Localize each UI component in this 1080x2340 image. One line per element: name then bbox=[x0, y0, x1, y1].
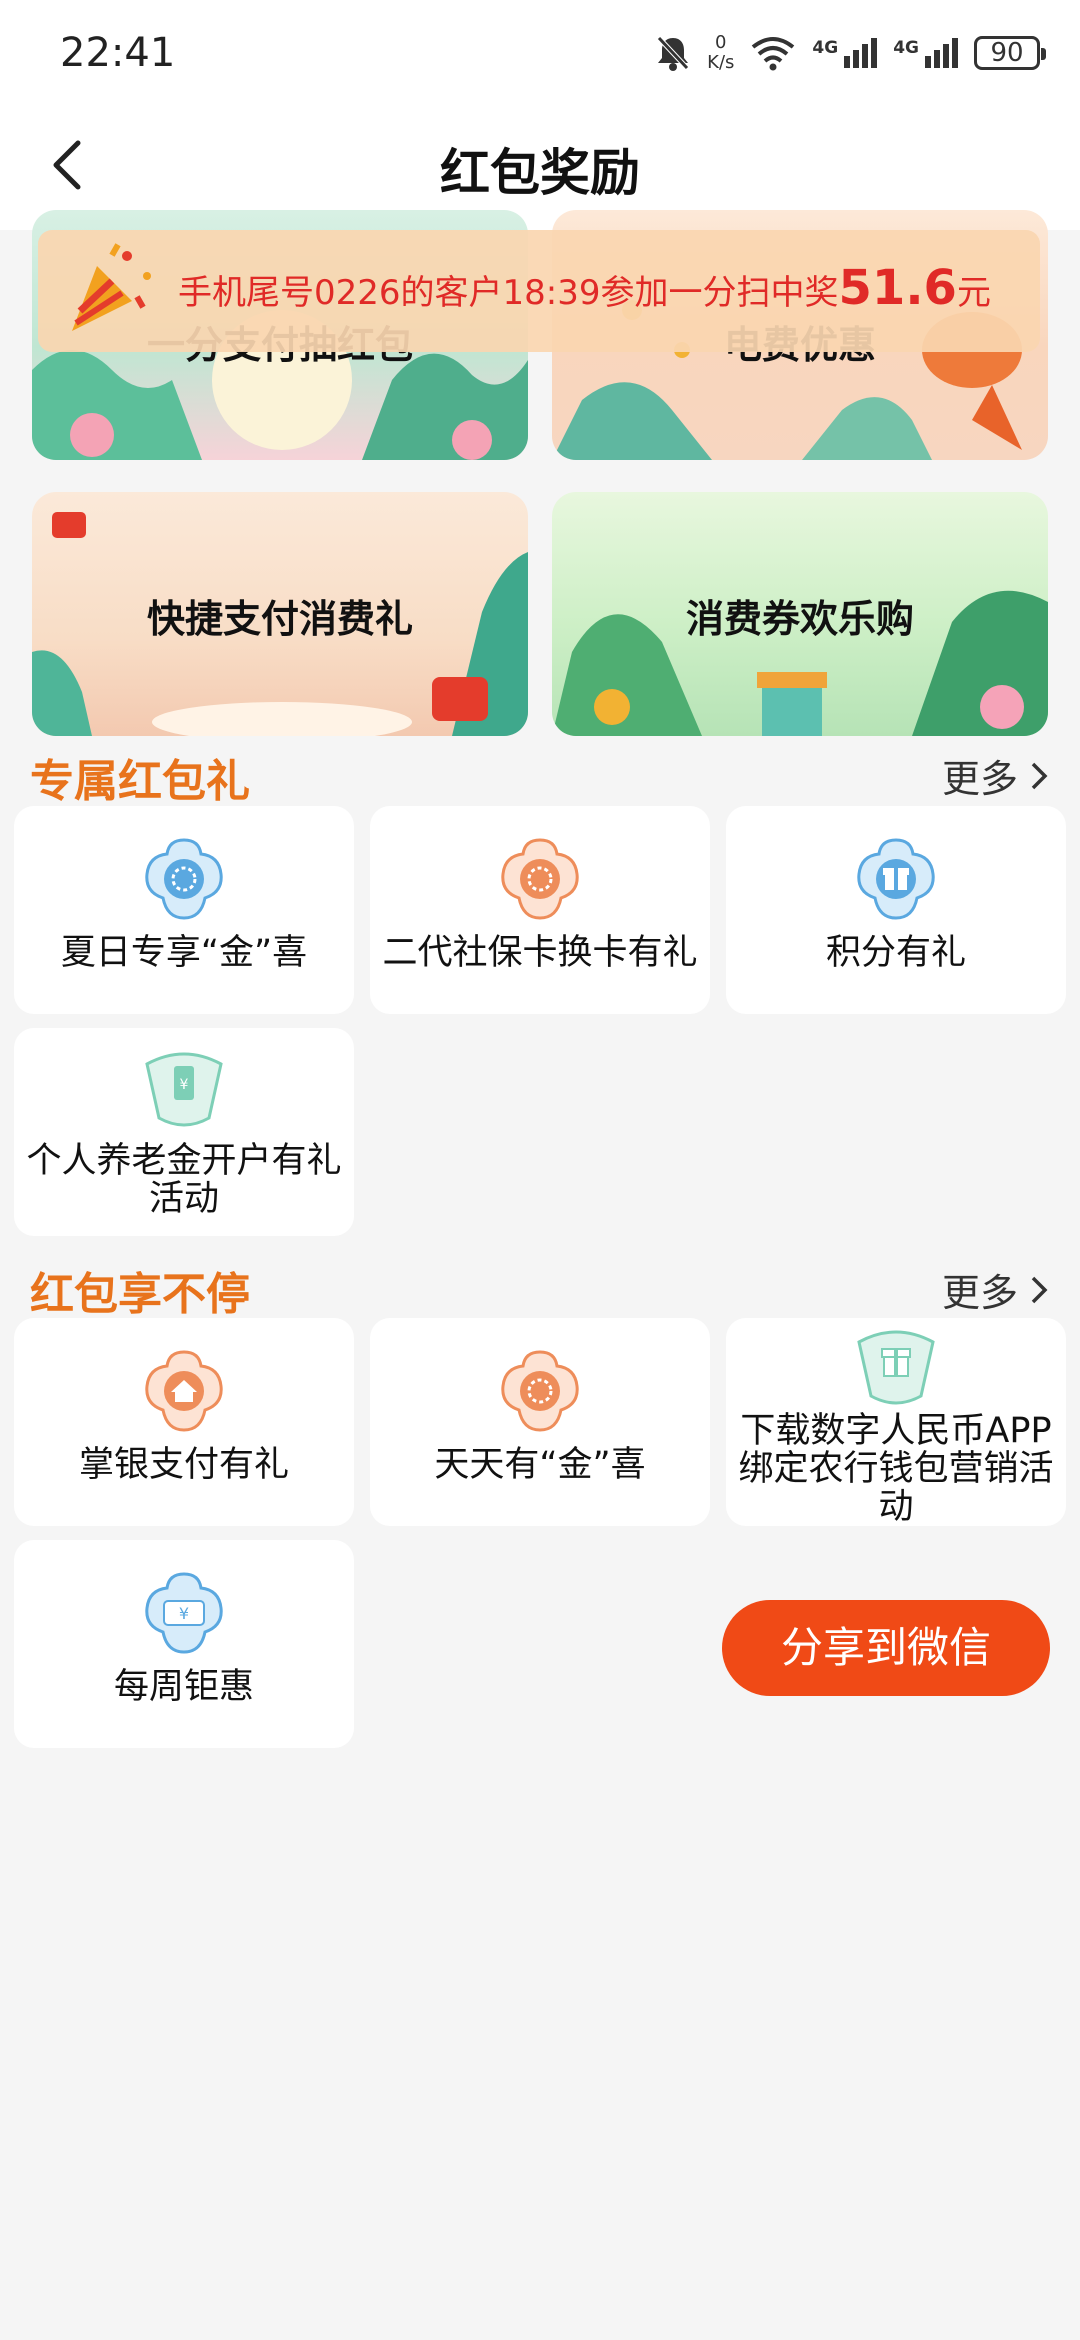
card-label: 下载数字人民币APP绑定农行钱包营销活动 bbox=[738, 1411, 1054, 1527]
winner-notice-bar: 手机尾号0226的客户18:39参加一分扫中奖51.6元 bbox=[38, 230, 1040, 352]
gift-badge-icon bbox=[857, 1330, 935, 1405]
status-icons: 0 K/s 4G 4G 90 bbox=[655, 28, 1046, 78]
card-label: 个人养老金开户有礼活动 bbox=[26, 1141, 342, 1219]
gift-icon bbox=[857, 838, 935, 920]
bell-muted-icon bbox=[655, 34, 691, 72]
svg-text:¥: ¥ bbox=[180, 1077, 189, 1093]
card-label: 掌银支付有礼 bbox=[78, 1445, 289, 1485]
banner-coupon-shopping[interactable]: 消费券欢乐购 bbox=[552, 492, 1048, 736]
more-link-exclusive[interactable]: 更多 bbox=[942, 748, 1050, 803]
card-mobile-pay-gift[interactable]: 掌银支付有礼 bbox=[14, 1318, 354, 1526]
card-daily-gold[interactable]: 天天有“金”喜 bbox=[370, 1318, 710, 1526]
card-digital-rmb-app[interactable]: 下载数字人民币APP绑定农行钱包营销活动 bbox=[726, 1318, 1066, 1526]
chevron-right-icon bbox=[1031, 1276, 1048, 1303]
net-speed: 0 K/s bbox=[707, 32, 735, 73]
card-weekly-deals[interactable]: ¥ 每周钜惠 bbox=[14, 1540, 354, 1748]
card-social-security-card[interactable]: 二代社保卡换卡有礼 bbox=[370, 806, 710, 1014]
card-label: 夏日专享“金”喜 bbox=[60, 933, 308, 973]
battery-icon: 90 bbox=[974, 36, 1046, 70]
yuan-ticket-icon: ¥ bbox=[145, 1572, 223, 1654]
card-label: 二代社保卡换卡有礼 bbox=[382, 933, 698, 973]
chevron-right-icon bbox=[1031, 762, 1048, 789]
card-label: 积分有礼 bbox=[825, 933, 966, 973]
status-time: 22:41 bbox=[60, 30, 176, 76]
svg-text:¥: ¥ bbox=[179, 1604, 189, 1623]
status-bar: 22:41 0 K/s 4G 4G 90 bbox=[0, 0, 1080, 105]
card-label: 每周钜惠 bbox=[113, 1667, 254, 1707]
wifi-icon bbox=[750, 35, 796, 71]
notice-unit: 元 bbox=[956, 273, 991, 313]
card-label: 天天有“金”喜 bbox=[434, 1445, 646, 1485]
flower-icon bbox=[501, 838, 579, 920]
card-pension-account[interactable]: ¥ 个人养老金开户有礼活动 bbox=[14, 1028, 354, 1236]
notice-text: 手机尾号0226的客户18:39参加一分扫中奖51.6元 bbox=[178, 260, 991, 316]
banner-label: 消费券欢乐购 bbox=[685, 597, 914, 641]
card-points-gift[interactable]: 积分有礼 bbox=[726, 806, 1066, 1014]
more-link-nonstop[interactable]: 更多 bbox=[942, 1262, 1050, 1317]
pension-badge-icon: ¥ bbox=[145, 1052, 223, 1127]
section-title-exclusive: 专属红包礼 bbox=[30, 756, 250, 807]
page-title: 红包奖励 bbox=[440, 144, 640, 202]
notice-amount: 51.6 bbox=[838, 260, 957, 316]
card-summer-gold[interactable]: 夏日专享“金”喜 bbox=[14, 806, 354, 1014]
party-popper-icon bbox=[72, 243, 151, 331]
signal-4g-1-icon: 4G bbox=[812, 38, 878, 68]
banner-quick-pay-gift[interactable]: 快捷支付消费礼 bbox=[32, 492, 528, 736]
flower-icon bbox=[145, 838, 223, 920]
signal-4g-2-icon: 4G bbox=[893, 38, 958, 68]
section-title-nonstop: 红包享不停 bbox=[30, 1269, 250, 1320]
banner-label: 快捷支付消费礼 bbox=[146, 597, 413, 641]
flower-icon bbox=[501, 1350, 579, 1432]
share-to-wechat-button[interactable]: 分享到微信 bbox=[722, 1600, 1050, 1696]
house-icon bbox=[145, 1350, 223, 1432]
